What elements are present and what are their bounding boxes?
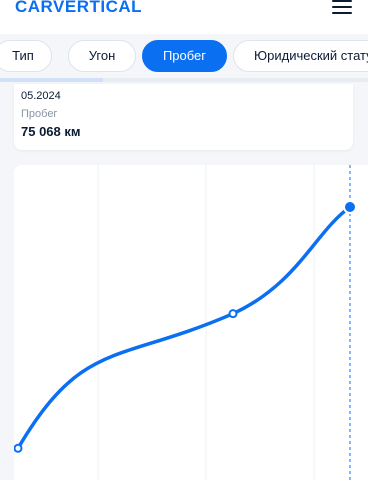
mileage-line-series bbox=[16, 205, 352, 451]
scroll-progress-fill bbox=[0, 78, 104, 82]
mileage-label: Пробег bbox=[21, 108, 58, 120]
data-point-1 bbox=[228, 309, 238, 319]
scroll-progress-bar bbox=[0, 78, 368, 82]
tab-type[interactable]: Тип bbox=[0, 40, 52, 72]
tab-mileage[interactable]: Пробег bbox=[142, 40, 227, 72]
data-point-0 bbox=[14, 443, 23, 453]
mileage-value: 75 068 км bbox=[21, 124, 81, 139]
data-point-2-selected bbox=[343, 200, 357, 214]
record-date: 05.2024 bbox=[21, 90, 61, 102]
mileage-detail-card: 05.2024 Пробег 75 068 км bbox=[14, 84, 353, 150]
mileage-chart-svg bbox=[14, 165, 357, 480]
carvertical-logo[interactable]: CARVERTICAL bbox=[15, 0, 142, 17]
mileage-chart bbox=[14, 165, 368, 480]
tab-legal-status[interactable]: Юридический статус bbox=[233, 40, 368, 72]
app-header: CARVERTICAL bbox=[0, 0, 368, 34]
hamburger-menu-icon[interactable] bbox=[332, 0, 352, 14]
tab-theft[interactable]: Угон bbox=[68, 40, 136, 72]
section-tabs: Тип Угон Пробег Юридический статус bbox=[0, 36, 368, 80]
